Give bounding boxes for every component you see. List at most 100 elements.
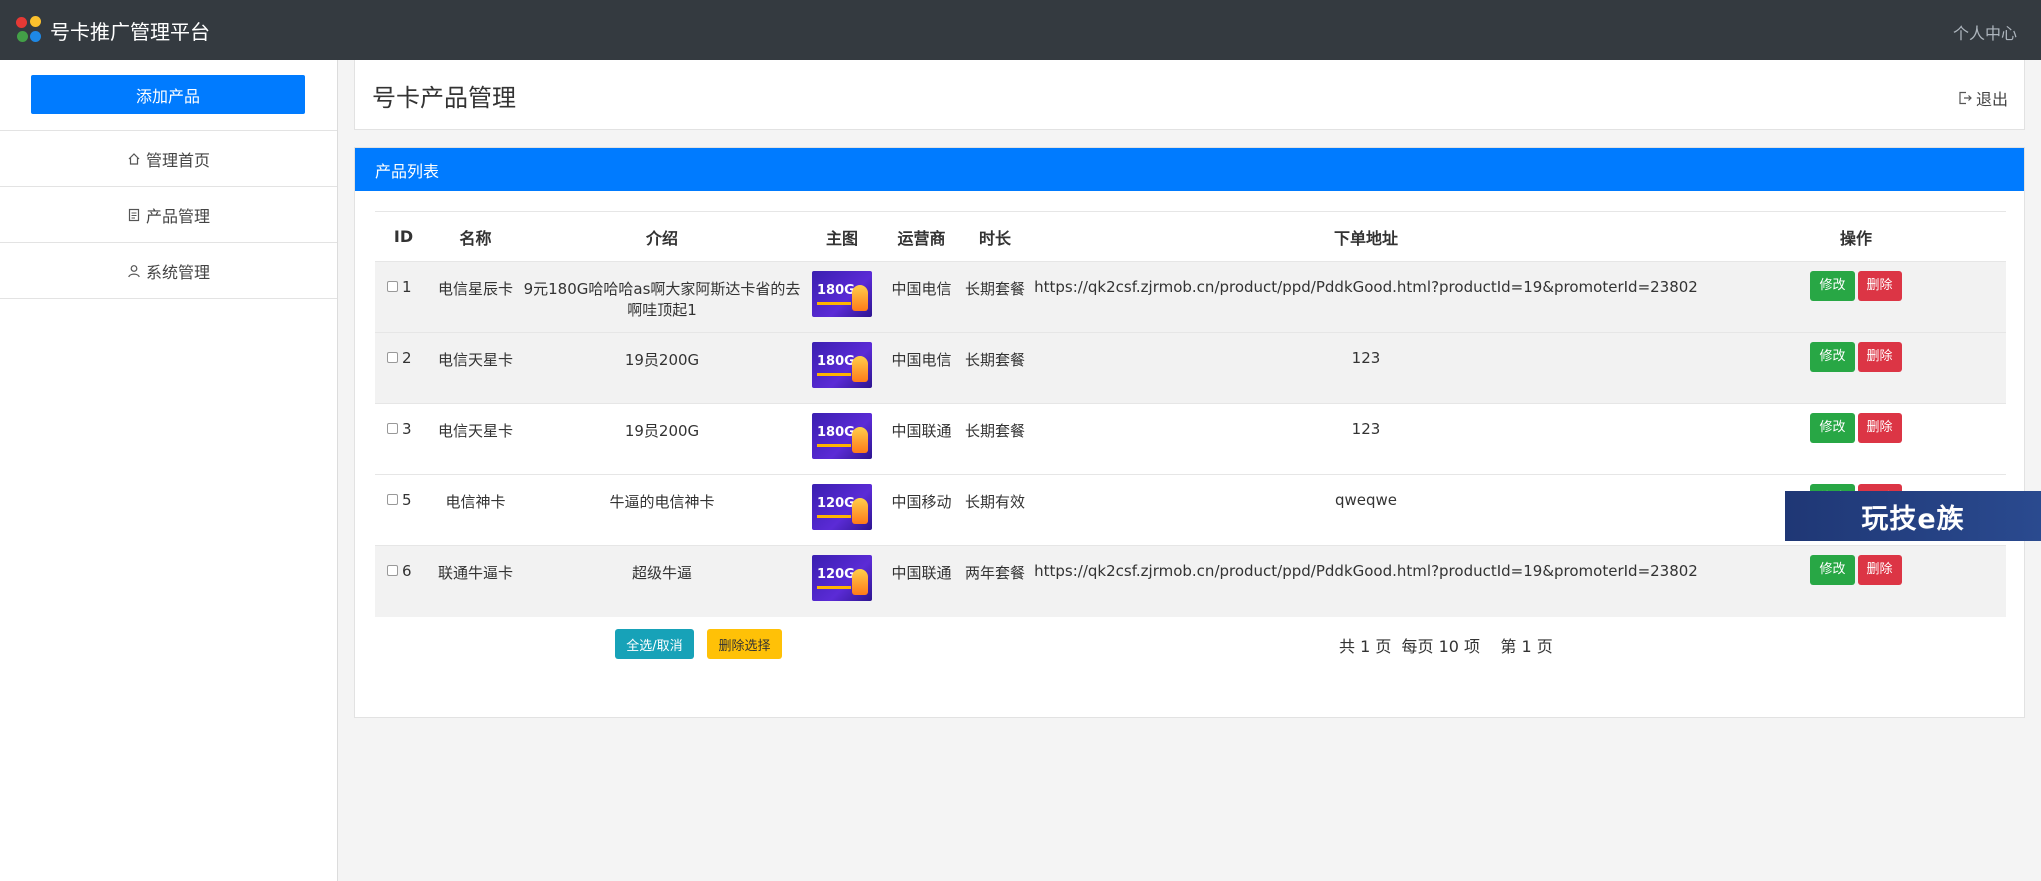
actions-cell: 修改删除 <box>1706 403 2006 475</box>
product-carrier: 中国联通 <box>879 545 964 617</box>
id-cell: 6 <box>375 545 432 617</box>
id-cell: 3 <box>375 403 432 475</box>
product-carrier: 中国电信 <box>879 261 964 333</box>
product-duration: 长期套餐 <box>964 403 1026 475</box>
edit-button[interactable]: 修改 <box>1810 271 1855 301</box>
image-cell: 180G <box>805 403 879 475</box>
product-order-url: qweqwe <box>1026 474 1706 546</box>
product-intro: 超级牛逼 <box>519 545 805 617</box>
logout-label: 退出 <box>1975 90 2008 109</box>
sidebar-item-home[interactable]: 管理首页 <box>0 131 337 187</box>
top-navbar: 号卡推广管理平台 个人中心 <box>0 0 2041 60</box>
table-row: 3 电信天星卡 19员200G 180G 中国联通 长期套餐 123 修改 删除 <box>375 403 2006 475</box>
delete-button[interactable]: 删除 <box>1857 342 1902 372</box>
sidebar-item-system[interactable]: 系统管理 <box>0 243 337 299</box>
app-title: 号卡推广管理平台 <box>50 19 210 44</box>
product-order-url: https://qk2csf.zjrmob.cn/product/ppd/Pdd… <box>1026 261 1706 333</box>
product-id: 2 <box>402 349 412 367</box>
product-thumbnail: 120G <box>812 484 872 530</box>
product-name: 电信天星卡 <box>432 403 519 475</box>
product-order-url: 123 <box>1026 403 1706 475</box>
actions-cell: 修改删除 <box>1706 332 2006 404</box>
product-intro: 19员200G <box>519 332 805 404</box>
edit-button[interactable]: 修改 <box>1810 555 1855 585</box>
table-row: 2 电信天星卡 19员200G 180G 中国电信 长期套餐 123 修改 删除 <box>375 332 2006 404</box>
id-cell: 1 <box>375 261 432 333</box>
row-checkbox[interactable] <box>387 281 398 292</box>
product-name: 电信天星卡 <box>432 332 519 404</box>
user-center-link[interactable]: 个人中心 <box>1953 20 2017 44</box>
product-id: 3 <box>402 420 412 438</box>
delete-selected-button[interactable]: 删除选择 <box>707 629 782 659</box>
product-id: 6 <box>402 562 412 580</box>
product-thumbnail: 180G <box>812 413 872 459</box>
row-checkbox[interactable] <box>387 565 398 576</box>
table-row: 6 联通牛逼卡 超级牛逼 120G 中国联通 两年套餐 https://qk2c… <box>375 545 2006 617</box>
sidebar-menu: 管理首页 产品管理 系统管理 <box>0 130 337 299</box>
sidebar-item-label: 管理首页 <box>145 150 210 170</box>
page-header: 号卡产品管理 退出 <box>354 60 2025 130</box>
column-header-name: 名称 <box>432 211 519 262</box>
row-checkbox[interactable] <box>387 494 398 505</box>
table-row: 5 电信神卡 牛逼的电信神卡 120G 中国移动 长期有效 qweqwe 修改删… <box>375 474 2006 546</box>
product-carrier: 中国联通 <box>879 403 964 475</box>
product-name: 联通牛逼卡 <box>432 545 519 617</box>
product-order-url: 123 <box>1026 332 1706 404</box>
sidebar-item-label: 系统管理 <box>145 262 210 282</box>
watermark-logo: 玩技e族 <box>1785 491 2041 541</box>
product-thumbnail: 120G <box>812 555 872 601</box>
table-header-row: ID 名称 介绍 主图 运营商 时长 下单地址 操作 <box>375 211 2006 262</box>
image-cell: 120G <box>805 474 879 546</box>
product-thumbnail: 180G <box>812 271 872 317</box>
product-list-card: 产品列表 ID 名称 介绍 主图 运营商 时长 下单地址 操作 1 电信星辰卡 … <box>354 147 2025 718</box>
image-cell: 180G <box>805 332 879 404</box>
image-cell: 120G <box>805 545 879 617</box>
edit-button[interactable]: 修改 <box>1810 413 1855 443</box>
product-list-title: 产品列表 <box>355 148 2024 191</box>
sidebar: 添加产品 管理首页 产品管理 系统管理 <box>0 60 338 881</box>
delete-button[interactable]: 删除 <box>1857 413 1902 443</box>
product-duration: 长期套餐 <box>964 332 1026 404</box>
home-icon <box>127 152 141 166</box>
id-cell: 2 <box>375 332 432 404</box>
logout-icon <box>1959 91 1972 105</box>
column-header-duration: 时长 <box>964 211 1026 262</box>
product-thumbnail: 180G <box>812 342 872 388</box>
column-header-id: ID <box>375 211 432 262</box>
product-name: 电信星辰卡 <box>432 261 519 333</box>
product-carrier: 中国电信 <box>879 332 964 404</box>
edit-button[interactable]: 修改 <box>1810 342 1855 372</box>
product-intro: 9元180G哈哈哈as啊大家阿斯达卡省的去啊哇顶起1 <box>519 261 805 333</box>
sidebar-item-products[interactable]: 产品管理 <box>0 187 337 243</box>
product-id: 5 <box>402 491 412 509</box>
select-all-button[interactable]: 全选/取消 <box>615 629 694 659</box>
product-duration: 两年套餐 <box>964 545 1026 617</box>
product-intro: 牛逼的电信神卡 <box>519 474 805 546</box>
column-header-actions: 操作 <box>1706 211 2006 262</box>
delete-button[interactable]: 删除 <box>1857 271 1902 301</box>
id-cell: 5 <box>375 474 432 546</box>
row-checkbox[interactable] <box>387 423 398 434</box>
product-name: 电信神卡 <box>432 474 519 546</box>
product-duration: 长期套餐 <box>964 261 1026 333</box>
document-icon <box>127 208 141 222</box>
column-header-image: 主图 <box>805 211 879 262</box>
logout-button[interactable]: 退出 <box>1958 86 2008 110</box>
add-product-button[interactable]: 添加产品 <box>31 75 305 114</box>
column-header-order-url: 下单地址 <box>1026 211 1706 262</box>
product-table: ID 名称 介绍 主图 运营商 时长 下单地址 操作 1 电信星辰卡 9元180… <box>375 211 2006 617</box>
product-order-url: https://qk2csf.zjrmob.cn/product/ppd/Pdd… <box>1026 545 1706 617</box>
product-duration: 长期有效 <box>964 474 1026 546</box>
product-carrier: 中国移动 <box>879 474 964 546</box>
sidebar-item-label: 产品管理 <box>145 206 210 226</box>
product-id: 1 <box>402 278 412 296</box>
product-intro: 19员200G <box>519 403 805 475</box>
actions-cell: 修改删除 <box>1706 545 2006 617</box>
page-title: 号卡产品管理 <box>372 84 516 112</box>
row-checkbox[interactable] <box>387 352 398 363</box>
pagination-info: 共 1 页 每页 10 项 第 1 页 <box>1339 637 1553 656</box>
column-header-carrier: 运营商 <box>879 211 964 262</box>
delete-button[interactable]: 删除 <box>1857 555 1902 585</box>
logo-icon <box>14 15 44 45</box>
table-row: 1 电信星辰卡 9元180G哈哈哈as啊大家阿斯达卡省的去啊哇顶起1 180G … <box>375 261 2006 333</box>
